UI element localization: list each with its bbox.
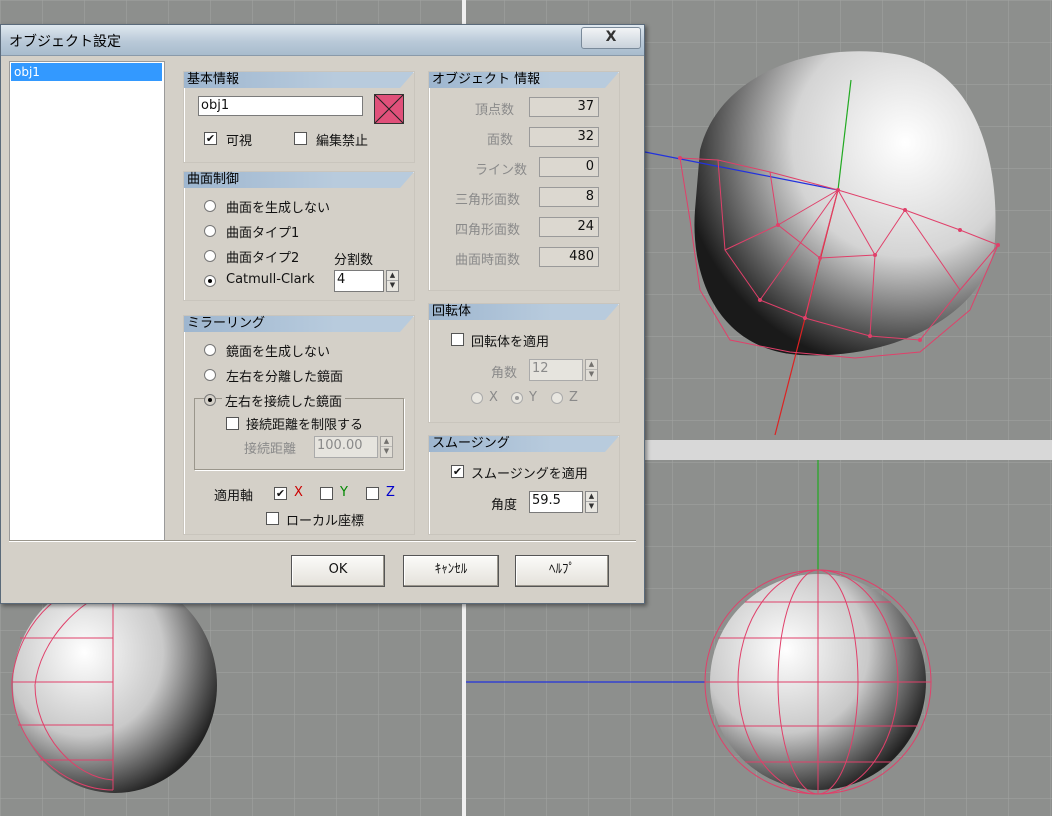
object-color-swatch[interactable] [374,94,404,124]
quad-count-label: 四角形面数 [455,223,521,238]
mirror-connected-label: 左右を接続した鏡面 [222,391,346,410]
surface-control-group: 曲面制御 曲面を生成しない 曲面タイプ1 曲面タイプ2 分割数 Catmull-… [183,171,415,301]
spin-down-icon[interactable]: ▼ [586,370,597,380]
viewport-divider-horizontal[interactable] [645,440,1052,460]
triangle-count-value: 8 [539,187,599,207]
spin-down-icon[interactable]: ▼ [381,447,392,457]
color-swatch-icon [375,95,403,123]
close-button[interactable]: X [581,27,641,49]
mirror-connected-radio[interactable] [204,394,216,406]
vertex-count-value: 37 [529,97,599,117]
surface-face-count-value: 480 [539,247,599,267]
smoothing-angle-spinner[interactable]: ▲ ▼ [585,491,598,513]
title-bar[interactable]: オブジェクト設定 X [1,25,644,56]
surface-none-label: 曲面を生成しない [226,201,331,216]
smoothing-apply-checkbox[interactable]: ✔ [451,465,464,478]
object-info-group: オブジェクト 情報 頂点数 37 面数 32 ライン数 0 三角形面数 8 四角… [428,71,620,291]
limit-distance-label: 接続距離を制限する [246,418,364,433]
dialog-title: オブジェクト設定 [9,34,121,50]
mirror-none-label: 鏡面を生成しない [226,345,331,360]
apply-axis-label: 適用軸 [214,489,254,504]
help-button[interactable]: ﾍﾙﾌﾟ [515,555,609,587]
axis-y-checkbox[interactable] [320,487,333,500]
line-count-value: 0 [539,157,599,177]
list-item[interactable]: obj1 [11,63,162,81]
smoothing-angle-input[interactable]: 59.5 [529,491,583,513]
lathe-count-spinner[interactable]: ▲ ▼ [585,359,598,381]
spin-up-icon[interactable]: ▲ [387,271,398,281]
face-count-value: 32 [529,127,599,147]
axis-z-checkbox[interactable] [366,487,379,500]
connect-distance-input[interactable]: 100.00 [314,436,378,458]
local-coords-label: ローカル座標 [286,514,365,529]
line-count-label: ライン数 [475,163,528,178]
subdivision-spinner[interactable]: ▲ ▼ [386,270,399,292]
side-view-sphere [11,577,217,793]
lathe-header: 回転体 [429,304,619,320]
mirror-separate-label: 左右を分離した鏡面 [226,370,344,385]
surface-none-radio[interactable] [204,200,216,212]
connect-distance-spinner[interactable]: ▲ ▼ [380,436,393,458]
basic-info-header: 基本情報 [184,72,414,88]
axis-y-label: Y [340,485,348,500]
mirror-none-radio[interactable] [204,344,216,356]
connect-distance-label: 接続距離 [244,442,297,457]
smoothing-apply-label: スムージングを適用 [471,467,588,482]
smoothing-angle-label: 角度 [491,498,518,513]
basic-info-group: 基本情報 obj1 ✔ 可視 編集禁止 [183,71,415,163]
limit-distance-checkbox[interactable] [226,417,239,430]
cancel-button[interactable]: ｷｬﾝｾﾙ [403,555,499,587]
lathe-count-input[interactable]: 12 [529,359,583,381]
object-name-input[interactable]: obj1 [198,96,363,116]
spin-up-icon[interactable]: ▲ [586,492,597,502]
lock-edit-checkbox[interactable] [294,132,307,145]
spin-up-icon[interactable]: ▲ [381,437,392,447]
spin-down-icon[interactable]: ▼ [387,281,398,291]
mirroring-group: ミラーリング 鏡面を生成しない 左右を分離した鏡面 左右を接続した鏡面 接続距離… [183,315,415,535]
ok-button[interactable]: OK [291,555,385,587]
lathe-count-label: 角数 [491,366,518,381]
button-separator [9,540,636,541]
mirror-separate-radio[interactable] [204,369,216,381]
catmull-clark-label: Catmull-Clark [226,272,315,287]
surface-type1-label: 曲面タイプ1 [226,226,300,241]
axis-z-label: Z [386,485,395,500]
lathe-axis-z-radio[interactable] [551,392,563,404]
catmull-clark-radio[interactable] [204,275,216,287]
lathe-apply-label: 回転体を適用 [471,335,550,350]
triangle-count-label: 三角形面数 [455,193,521,208]
object-list[interactable]: obj1 [9,61,165,541]
visible-checkbox[interactable]: ✔ [204,132,217,145]
lathe-apply-checkbox[interactable] [451,333,464,346]
lathe-axis-x-label: X [489,390,498,405]
axis-x-checkbox[interactable]: ✔ [274,487,287,500]
visible-label: 可視 [226,134,253,149]
vertex-count-label: 頂点数 [475,103,515,118]
lathe-axis-x-radio[interactable] [471,392,483,404]
lathe-axis-z-label: Z [569,390,578,405]
surface-type1-radio[interactable] [204,225,216,237]
surface-type2-radio[interactable] [204,250,216,262]
lathe-axis-y-label: Y [529,390,537,405]
surface-face-count-label: 曲面時面数 [455,253,521,268]
smoothing-header: スムージング [429,436,619,452]
object-info-header: オブジェクト 情報 [429,72,619,88]
spin-down-icon[interactable]: ▼ [586,502,597,512]
object-settings-dialog: オブジェクト設定 X obj1 基本情報 obj1 ✔ 可視 編集禁止 曲面制御… [0,24,645,604]
local-coords-checkbox[interactable] [266,512,279,525]
mirroring-header: ミラーリング [184,316,414,332]
axis-x-label: X [294,485,303,500]
surface-type2-label: 曲面タイプ2 [226,251,300,266]
lathe-group: 回転体 回転体を適用 角数 12 ▲ ▼ X Y Z [428,303,620,423]
quad-count-value: 24 [539,217,599,237]
subdivision-label: 分割数 [334,253,374,268]
subdivision-input[interactable]: 4 [334,270,384,292]
surface-control-header: 曲面制御 [184,172,414,188]
face-count-label: 面数 [487,133,514,148]
lathe-axis-y-radio[interactable] [511,392,523,404]
smoothing-group: スムージング ✔ スムージングを適用 角度 59.5 ▲ ▼ [428,435,620,535]
lock-edit-label: 編集禁止 [316,134,369,149]
spin-up-icon[interactable]: ▲ [586,360,597,370]
